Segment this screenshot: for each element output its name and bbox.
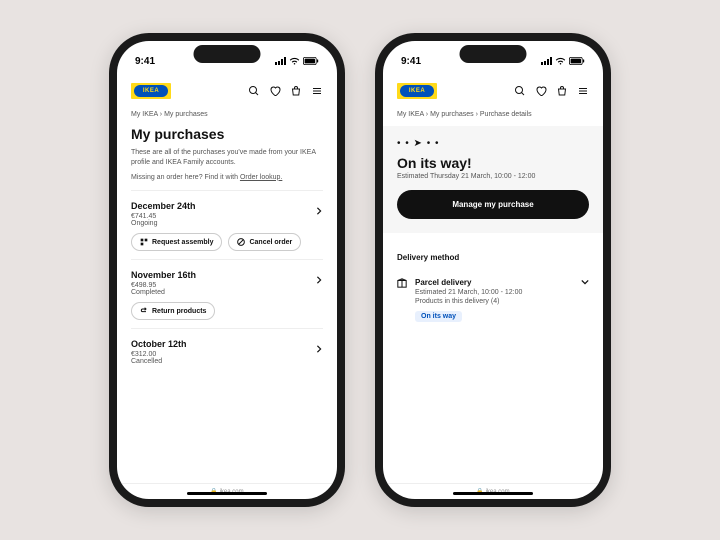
delivery-title: Parcel delivery xyxy=(415,278,573,287)
wifi-icon xyxy=(555,57,566,65)
action-row: Return products xyxy=(131,302,323,320)
home-indicator[interactable] xyxy=(453,492,533,495)
order-lookup-link[interactable]: Order lookup. xyxy=(240,174,282,181)
return-icon xyxy=(140,307,148,315)
return-products-button[interactable]: Return products xyxy=(131,302,215,320)
purchase-status: Cancelled xyxy=(131,358,323,365)
purchase-date: December 24th xyxy=(131,201,323,211)
bag-icon[interactable] xyxy=(290,85,302,97)
truck-progress-icon: • • ➤ • • xyxy=(397,138,589,149)
chevron-right-icon xyxy=(315,345,323,353)
ikea-logo[interactable]: IKEA xyxy=(397,83,437,99)
cellular-icon xyxy=(541,57,552,65)
notch xyxy=(194,45,261,63)
purchase-status: Completed xyxy=(131,289,323,296)
menu-icon[interactable] xyxy=(577,85,589,97)
heart-icon[interactable] xyxy=(535,85,547,97)
package-icon xyxy=(397,278,407,288)
action-row: Request assembly Cancel order xyxy=(131,233,323,251)
page-title: My purchases xyxy=(131,126,323,142)
assembly-icon xyxy=(140,238,148,246)
delivery-block[interactable]: Parcel delivery Estimated 21 March, 10:0… xyxy=(397,274,589,322)
menu-icon[interactable] xyxy=(311,85,323,97)
page-description: These are all of the purchases you've ma… xyxy=(131,148,323,168)
chevron-right-icon xyxy=(315,207,323,215)
phone-left: 9:41 IKEA My IKEA › My purchases My purc… xyxy=(109,33,345,507)
status-time: 9:41 xyxy=(135,56,155,67)
chevron-right-icon xyxy=(315,276,323,284)
home-indicator[interactable] xyxy=(187,492,267,495)
purchase-amount: €312.00 xyxy=(131,351,323,358)
breadcrumb[interactable]: My IKEA › My purchases xyxy=(131,107,323,126)
footer: 🔒 ikea.com xyxy=(383,483,603,499)
screen-left: 9:41 IKEA My IKEA › My purchases My purc… xyxy=(117,41,337,499)
status-icons xyxy=(541,57,585,65)
purchase-status: Ongoing xyxy=(131,220,323,227)
purchase-date: October 12th xyxy=(131,339,323,349)
status-eta: Estimated Thursday 21 March, 10:00 - 12:… xyxy=(397,173,589,180)
screen-right: 9:41 IKEA My IKEA › My purchases › Purch… xyxy=(383,41,603,499)
footer: 🔒 ikea.com xyxy=(117,483,337,499)
purchase-item[interactable]: November 16th €498.95 Completed Return p… xyxy=(131,259,323,328)
app-header: IKEA xyxy=(117,77,337,107)
purchase-amount: €498.95 xyxy=(131,282,323,289)
battery-icon xyxy=(569,57,585,65)
delivery-method-heading: Delivery method xyxy=(397,253,589,262)
status-block: • • ➤ • • On its way! Estimated Thursday… xyxy=(383,126,603,233)
cellular-icon xyxy=(275,57,286,65)
request-assembly-button[interactable]: Request assembly xyxy=(131,233,222,251)
phone-right: 9:41 IKEA My IKEA › My purchases › Purch… xyxy=(375,33,611,507)
content-left: My IKEA › My purchases My purchases Thes… xyxy=(117,107,337,483)
purchase-amount: €741.45 xyxy=(131,213,323,220)
manage-purchase-button[interactable]: Manage my purchase xyxy=(397,190,589,219)
status-icons xyxy=(275,57,319,65)
content-right: My IKEA › My purchases › Purchase detail… xyxy=(383,107,603,483)
header-icons xyxy=(514,85,589,97)
header-icons xyxy=(248,85,323,97)
status-title: On its way! xyxy=(397,155,589,171)
purchase-date: November 16th xyxy=(131,270,323,280)
status-badge: On its way xyxy=(415,311,462,322)
cancel-order-button[interactable]: Cancel order xyxy=(228,233,301,251)
app-header: IKEA xyxy=(383,77,603,107)
purchase-item[interactable]: December 24th €741.45 Ongoing Request as… xyxy=(131,190,323,259)
breadcrumb[interactable]: My IKEA › My purchases › Purchase detail… xyxy=(397,107,589,126)
delivery-product-count: Products in this delivery (4) xyxy=(415,298,573,305)
wifi-icon xyxy=(289,57,300,65)
bag-icon[interactable] xyxy=(556,85,568,97)
purchase-item[interactable]: October 12th €312.00 Cancelled xyxy=(131,328,323,373)
chevron-down-icon[interactable] xyxy=(581,278,589,286)
search-icon[interactable] xyxy=(514,85,526,97)
ikea-logo[interactable]: IKEA xyxy=(131,83,171,99)
search-icon[interactable] xyxy=(248,85,260,97)
battery-icon xyxy=(303,57,319,65)
status-time: 9:41 xyxy=(401,56,421,67)
notch xyxy=(460,45,527,63)
heart-icon[interactable] xyxy=(269,85,281,97)
cancel-icon xyxy=(237,238,245,246)
delivery-eta: Estimated 21 March, 10:00 - 12:00 xyxy=(415,289,573,296)
lookup-line: Missing an order here? Find it with Orde… xyxy=(131,173,323,183)
